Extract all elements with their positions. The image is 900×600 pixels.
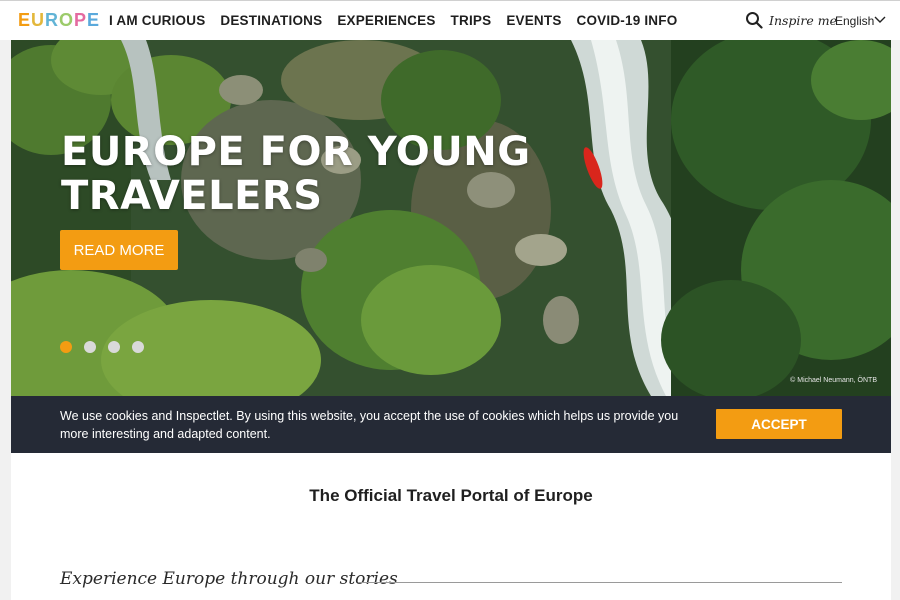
heading-divider: [358, 582, 842, 583]
inspire-me-link[interactable]: Inspire me: [769, 13, 837, 28]
carousel-dot[interactable]: [60, 341, 72, 353]
nav-item-events[interactable]: EVENTS: [506, 13, 561, 28]
accept-cookies-button[interactable]: ACCEPT: [716, 409, 842, 439]
read-more-button[interactable]: READ MORE: [60, 230, 178, 270]
nav-item-experiences[interactable]: EXPERIENCES: [337, 13, 435, 28]
photo-credit: © Michael Neumann, ÖNTB: [790, 377, 877, 384]
logo-letter: E: [87, 10, 101, 30]
nav-item-i-am-curious[interactable]: I AM CURIOUS: [109, 13, 205, 28]
hero-title: EUROPE FOR YOUNG TRAVELERS: [61, 129, 531, 219]
nav-item-covid-19-info[interactable]: COVID-19 INFO: [577, 13, 678, 28]
stories-heading: Experience Europe through our stories: [60, 569, 398, 589]
logo-letter: U: [31, 10, 46, 30]
chevron-down-icon[interactable]: [874, 15, 886, 25]
search-icon[interactable]: [745, 11, 763, 29]
cookie-message: We use cookies and Inspectlet. By using …: [60, 409, 679, 441]
nav-item-trips[interactable]: TRIPS: [451, 13, 492, 28]
hero-carousel: EUROPE FOR YOUNG TRAVELERS READ MORE © M…: [11, 40, 891, 396]
top-navigation-bar: EUROPE I AM CURIOUS DESTINATIONS EXPERIENC…: [0, 0, 900, 40]
europe-logo[interactable]: EUROPE: [18, 10, 100, 31]
carousel-dot[interactable]: [84, 341, 96, 353]
carousel-dots: [60, 341, 144, 353]
portal-title: The Official Travel Portal of Europe: [309, 486, 593, 505]
logo-letter: O: [59, 10, 75, 30]
cookie-banner: We use cookies and Inspectlet. By using …: [11, 396, 891, 453]
logo-letter: R: [45, 10, 60, 30]
language-selector[interactable]: English: [835, 14, 874, 28]
logo-letter: E: [18, 10, 32, 30]
carousel-dot[interactable]: [108, 341, 120, 353]
nav-item-destinations[interactable]: DESTINATIONS: [220, 13, 322, 28]
logo-letter: P: [74, 10, 88, 30]
main-content: The Official Travel Portal of Europe Exp…: [11, 453, 891, 600]
carousel-dot[interactable]: [132, 341, 144, 353]
main-nav: I AM CURIOUS DESTINATIONS EXPERIENCES TRIPS…: [109, 13, 692, 28]
